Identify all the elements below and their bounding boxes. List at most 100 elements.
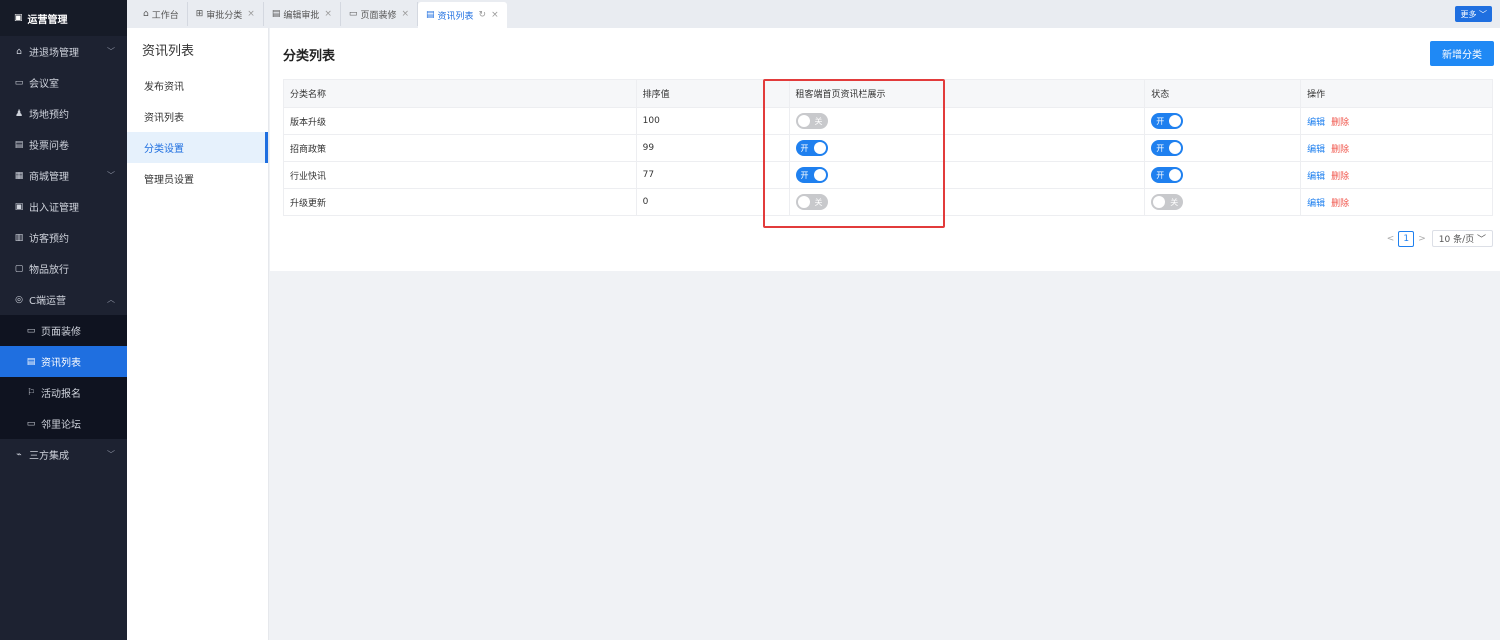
- next-page-button[interactable]: >: [1418, 234, 1426, 244]
- sidebar-subitem-label: 邻里论坛: [41, 420, 81, 431]
- switch-label: 开: [1156, 116, 1165, 126]
- news-icon: ▤: [426, 10, 435, 20]
- category-table: 分类名称 排序值 租客端首页资讯栏展示 状态 操作 版本升级 100 关开编辑 删除 招商政策 9…: [283, 79, 1493, 216]
- delete-link[interactable]: 删除: [1331, 118, 1349, 128]
- submenu-item-2[interactable]: 分类设置: [127, 132, 268, 163]
- sidebar-item-label: 三方集成: [29, 451, 69, 462]
- sidebar-item-6[interactable]: ▥ 访客预约: [0, 222, 127, 253]
- close-icon[interactable]: ×: [324, 9, 332, 19]
- sidebar-item-1[interactable]: ▭ 会议室: [0, 67, 127, 98]
- switch-knob: [797, 196, 810, 208]
- switch-knob: [1169, 142, 1182, 154]
- chevron-icon: ﹀: [107, 171, 115, 180]
- close-icon[interactable]: ×: [491, 10, 499, 20]
- submenu-item-3[interactable]: 管理员设置: [127, 163, 268, 194]
- submenu-item-0[interactable]: 发布资讯: [127, 70, 268, 101]
- page-number-button[interactable]: 1: [1398, 230, 1415, 247]
- sort-value: 0: [635, 188, 790, 216]
- chat-icon: ▭: [26, 418, 36, 429]
- toggle-switch[interactable]: 开: [1151, 113, 1184, 129]
- actions-cell: 编辑 删除: [1300, 188, 1493, 216]
- tab-0[interactable]: ⌂ 工作台: [135, 2, 188, 26]
- toggle-switch[interactable]: 关: [795, 113, 828, 129]
- sidebar-item-label: 商城管理: [29, 172, 69, 183]
- refresh-icon[interactable]: ↻: [479, 10, 487, 20]
- tab-3[interactable]: ▭ 页面装修 ×: [341, 2, 418, 26]
- grid-icon: ⊞: [195, 9, 204, 19]
- operation-icon: ▣: [14, 13, 23, 23]
- sidebar-subitem-3[interactable]: ▭ 邻里论坛: [0, 408, 127, 439]
- sidebar-item-third-party[interactable]: ⌁ 三方集成 ﹀: [0, 439, 127, 470]
- category-name: 版本升级: [283, 107, 637, 135]
- delete-link[interactable]: 删除: [1331, 172, 1349, 182]
- sidebar-item-0[interactable]: ⌂ 进退场管理 ﹀: [0, 36, 127, 67]
- page-size-select[interactable]: 10 条/页 ﹀: [1431, 230, 1493, 247]
- submenu-item-1[interactable]: 资讯列表: [127, 101, 268, 132]
- sort-value: 100: [635, 107, 790, 135]
- box-icon: ▢: [14, 263, 24, 274]
- toggle-switch[interactable]: 开: [1151, 140, 1184, 156]
- status-cell: 关: [1144, 188, 1302, 216]
- tab-2[interactable]: ▤ 编辑审批 ×: [264, 2, 341, 26]
- delete-link[interactable]: 删除: [1331, 199, 1349, 209]
- home-display-cell: 关: [788, 188, 1146, 216]
- sidebar-item-7[interactable]: ▢ 物品放行: [0, 253, 127, 284]
- column-header: 排序值: [635, 79, 790, 108]
- status-cell: 开: [1144, 107, 1302, 135]
- edit-link[interactable]: 编辑: [1307, 199, 1325, 209]
- tab-label: 编辑审批: [283, 10, 320, 21]
- sidebar-subitem-label: 活动报名: [41, 389, 81, 400]
- switch-knob: [1169, 169, 1182, 181]
- switch-knob: [813, 142, 826, 154]
- prev-page-button[interactable]: <: [1387, 234, 1395, 244]
- close-icon[interactable]: ×: [401, 9, 409, 19]
- sidebar-item-2[interactable]: ♟ 场地预约: [0, 98, 127, 129]
- sidebar-item-label: 访客预约: [29, 234, 69, 245]
- switch-knob: [813, 169, 826, 181]
- flag-icon: ⚐: [26, 387, 36, 398]
- sidebar-subitem-1[interactable]: ▤ 资讯列表: [0, 346, 127, 377]
- pagination: < 1 > 10 条/页 ﹀: [1387, 230, 1493, 247]
- switch-knob: [1169, 115, 1182, 127]
- toggle-switch[interactable]: 关: [1151, 194, 1184, 210]
- sidebar-item-label: 进退场管理: [29, 48, 79, 59]
- toggle-switch[interactable]: 开: [795, 140, 828, 156]
- visitor-icon: ▥: [14, 232, 24, 243]
- monitor-icon: ▭: [14, 77, 24, 88]
- sidebar-item-3[interactable]: ▤ 投票问卷: [0, 129, 127, 160]
- home-display-cell: 开: [788, 161, 1146, 189]
- table-row: 行业快讯 77 开 开 编辑 删除: [283, 161, 1493, 189]
- tab-4[interactable]: ▤ 资讯列表 ↻ ×: [418, 2, 507, 28]
- table-row: 版本升级 100 关 开 编辑 删除: [283, 107, 1493, 135]
- news-icon: ▤: [26, 356, 36, 367]
- edit-link[interactable]: 编辑: [1307, 145, 1325, 155]
- tab-label: 资讯列表: [437, 11, 474, 22]
- category-name: 招商政策: [283, 134, 637, 162]
- switch-label: 关: [1170, 197, 1179, 207]
- sidebar-header[interactable]: ▣ 运营管理: [0, 0, 127, 36]
- sidebar-item-5[interactable]: ▣ 出入证管理: [0, 191, 127, 222]
- sidebar-item-4[interactable]: ▦ 商城管理 ﹀: [0, 160, 127, 191]
- add-category-button[interactable]: 新增分类: [1430, 41, 1494, 66]
- sidebar-item-label: 物品放行: [29, 265, 69, 276]
- sidebar-item-8[interactable]: ◎ C端运营 ︿: [0, 284, 127, 315]
- more-tabs-button[interactable]: 更多 ﹀: [1455, 6, 1492, 22]
- news-submenu: 资讯列表 发布资讯 资讯列表 分类设置 管理员设置: [127, 28, 269, 640]
- card-icon: ▣: [14, 201, 24, 212]
- sidebar-subitem-0[interactable]: ▭ 页面装修: [0, 315, 127, 346]
- sidebar-subitem-2[interactable]: ⚐ 活动报名: [0, 377, 127, 408]
- edit-link[interactable]: 编辑: [1307, 118, 1325, 128]
- toggle-switch[interactable]: 关: [795, 194, 828, 210]
- delete-link[interactable]: 删除: [1331, 145, 1349, 155]
- tab-1[interactable]: ⊞ 审批分类 ×: [188, 2, 264, 26]
- edit-link[interactable]: 编辑: [1307, 172, 1325, 182]
- toggle-switch[interactable]: 开: [795, 167, 828, 183]
- tab-bar: ⌂ 工作台 ⊞ 审批分类 × ▤ 编辑审批 × ▭ 页面装修 × ▤ 资讯列表 ↻ × 更多 ﹀: [127, 0, 1500, 28]
- toggle-switch[interactable]: 开: [1151, 167, 1184, 183]
- category-name: 升级更新: [283, 188, 637, 216]
- table-header-row: 分类名称 排序值 租客端首页资讯栏展示 状态 操作: [283, 79, 1493, 108]
- close-icon[interactable]: ×: [247, 9, 255, 19]
- sidebar-subitem-label: 资讯列表: [41, 358, 81, 369]
- switch-knob: [1153, 196, 1166, 208]
- table-row: 招商政策 99 开 开 编辑 删除: [283, 134, 1493, 162]
